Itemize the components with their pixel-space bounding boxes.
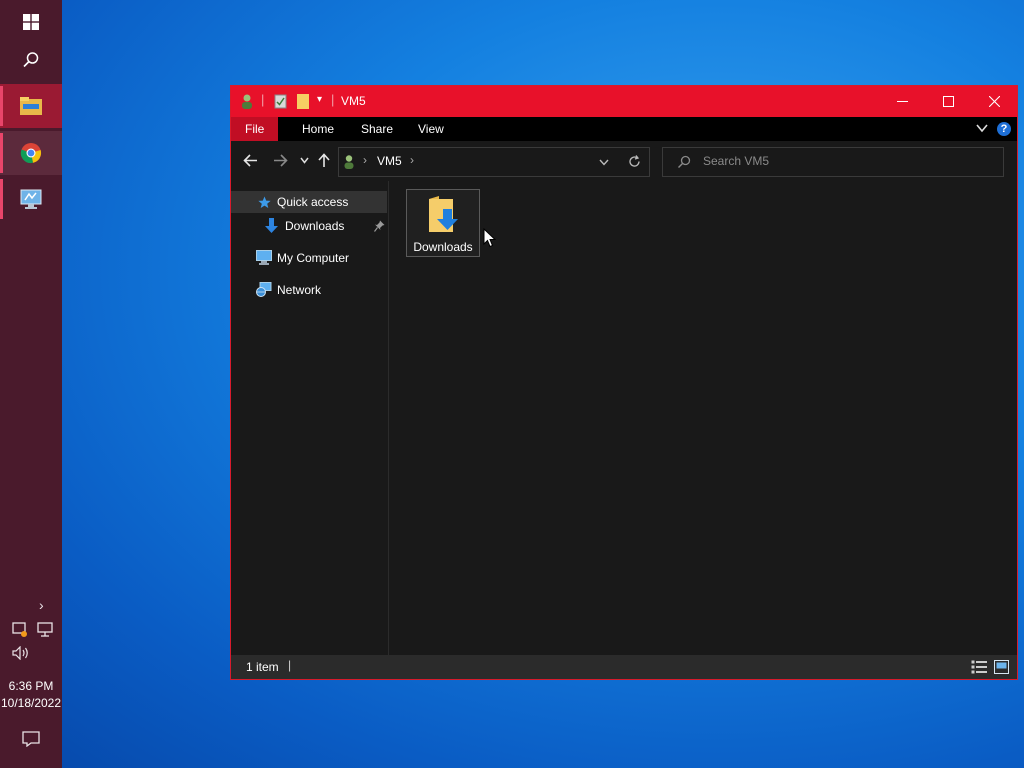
properties-icon[interactable] [274,94,287,109]
folder-item-label: Downloads [413,240,473,254]
status-divider: | [288,658,292,672]
nav-my-computer[interactable]: My Computer [231,247,387,269]
clock[interactable]: 6:36 PM 10/18/2022 [0,678,62,712]
forward-arrow-icon[interactable] [273,154,288,167]
file-explorer-window: | ▾ | VM5 File Home Share View ? › VM5 ›… [231,86,1017,679]
close-button[interactable] [971,86,1017,117]
downloads-folder-icon [429,196,458,232]
tab-view[interactable]: View [404,117,458,141]
close-icon [988,96,1000,107]
nav-downloads[interactable]: Downloads [231,215,387,237]
taskbar-chrome[interactable] [0,131,62,175]
details-view-icon[interactable] [971,660,987,674]
navigation-bar: › VM5 › [231,141,1017,181]
customize-toolbar-chevron-icon[interactable]: ▾ [317,94,322,105]
action-center-icon[interactable] [22,731,40,747]
file-list: Downloads [389,181,1017,655]
navigation-pane: Quick access Downloads My Computer Netwo… [231,181,389,655]
remote-desktop-icon [20,189,42,209]
nav-quick-access[interactable]: Quick access [231,191,387,213]
show-hidden-icons-chevron-icon[interactable]: › [39,597,44,613]
search-button[interactable] [0,38,62,82]
help-icon: ? [1000,123,1008,135]
running-indicator [0,133,3,173]
breadcrumb-vm5[interactable]: VM5 [377,154,402,168]
folder-item-downloads[interactable]: Downloads [406,189,480,257]
nav-item-label: My Computer [277,251,350,265]
volume-icon[interactable] [12,646,30,660]
network-icon [256,282,272,297]
back-arrow-icon[interactable] [243,154,258,167]
nav-item-label: Downloads [285,219,345,233]
ribbon: File Home Share View ? [231,117,1017,141]
clock-date: 10/18/2022 [0,696,62,710]
file-explorer-icon [20,97,42,115]
taskbar-remote-desktop[interactable] [0,177,62,221]
item-count: 1 item [246,660,279,674]
address-bar[interactable]: › VM5 › [338,147,650,177]
recent-locations-chevron-icon[interactable] [300,157,309,164]
tab-file[interactable]: File [231,117,279,141]
download-arrow-icon [265,218,278,233]
title-bar[interactable]: | ▾ | VM5 [231,86,1017,117]
app-user-icon [242,94,252,109]
windows-start-icon [23,14,39,30]
window-title: VM5 [341,94,366,108]
search-icon [678,155,691,168]
expand-ribbon-chevron-icon[interactable] [976,124,988,133]
pin-icon[interactable] [374,220,385,232]
mouse-cursor-icon [483,228,496,248]
maximize-button[interactable] [925,86,971,117]
location-user-icon [344,155,354,169]
help-button[interactable]: ? [997,122,1011,136]
taskbar-file-explorer[interactable] [0,84,62,128]
maximize-icon [942,96,954,107]
active-indicator [0,86,3,126]
nav-item-label: Network [277,283,322,297]
up-arrow-icon[interactable] [318,153,330,168]
search-icon [23,52,39,68]
minimize-icon [896,101,908,102]
titlebar-divider: | [261,92,265,107]
titlebar-divider: | [331,92,335,107]
search-box[interactable] [662,147,1004,177]
large-icons-view-icon[interactable] [994,660,1009,674]
taskbar: › 6:36 PM 10/18/2022 [0,0,62,768]
network-tray-icon[interactable] [37,622,53,638]
refresh-icon[interactable] [628,155,641,168]
nav-item-label: Quick access [277,195,349,209]
sync-status-icon[interactable] [12,622,28,638]
computer-icon [256,250,272,265]
chrome-icon [20,143,42,164]
search-input[interactable] [701,153,995,169]
address-history-chevron-icon[interactable] [599,159,609,166]
breadcrumb-separator-icon[interactable]: › [410,153,414,167]
running-indicator [0,179,3,219]
star-icon [258,196,271,208]
status-bar: 1 item | [231,655,1017,679]
nav-network[interactable]: Network [231,279,387,301]
minimize-button[interactable] [879,86,925,117]
breadcrumb-separator-icon: › [363,153,367,167]
tab-home[interactable]: Home [288,117,348,141]
clock-time: 6:36 PM [8,679,54,693]
tab-share[interactable]: Share [347,117,407,141]
new-folder-icon[interactable] [297,94,309,109]
